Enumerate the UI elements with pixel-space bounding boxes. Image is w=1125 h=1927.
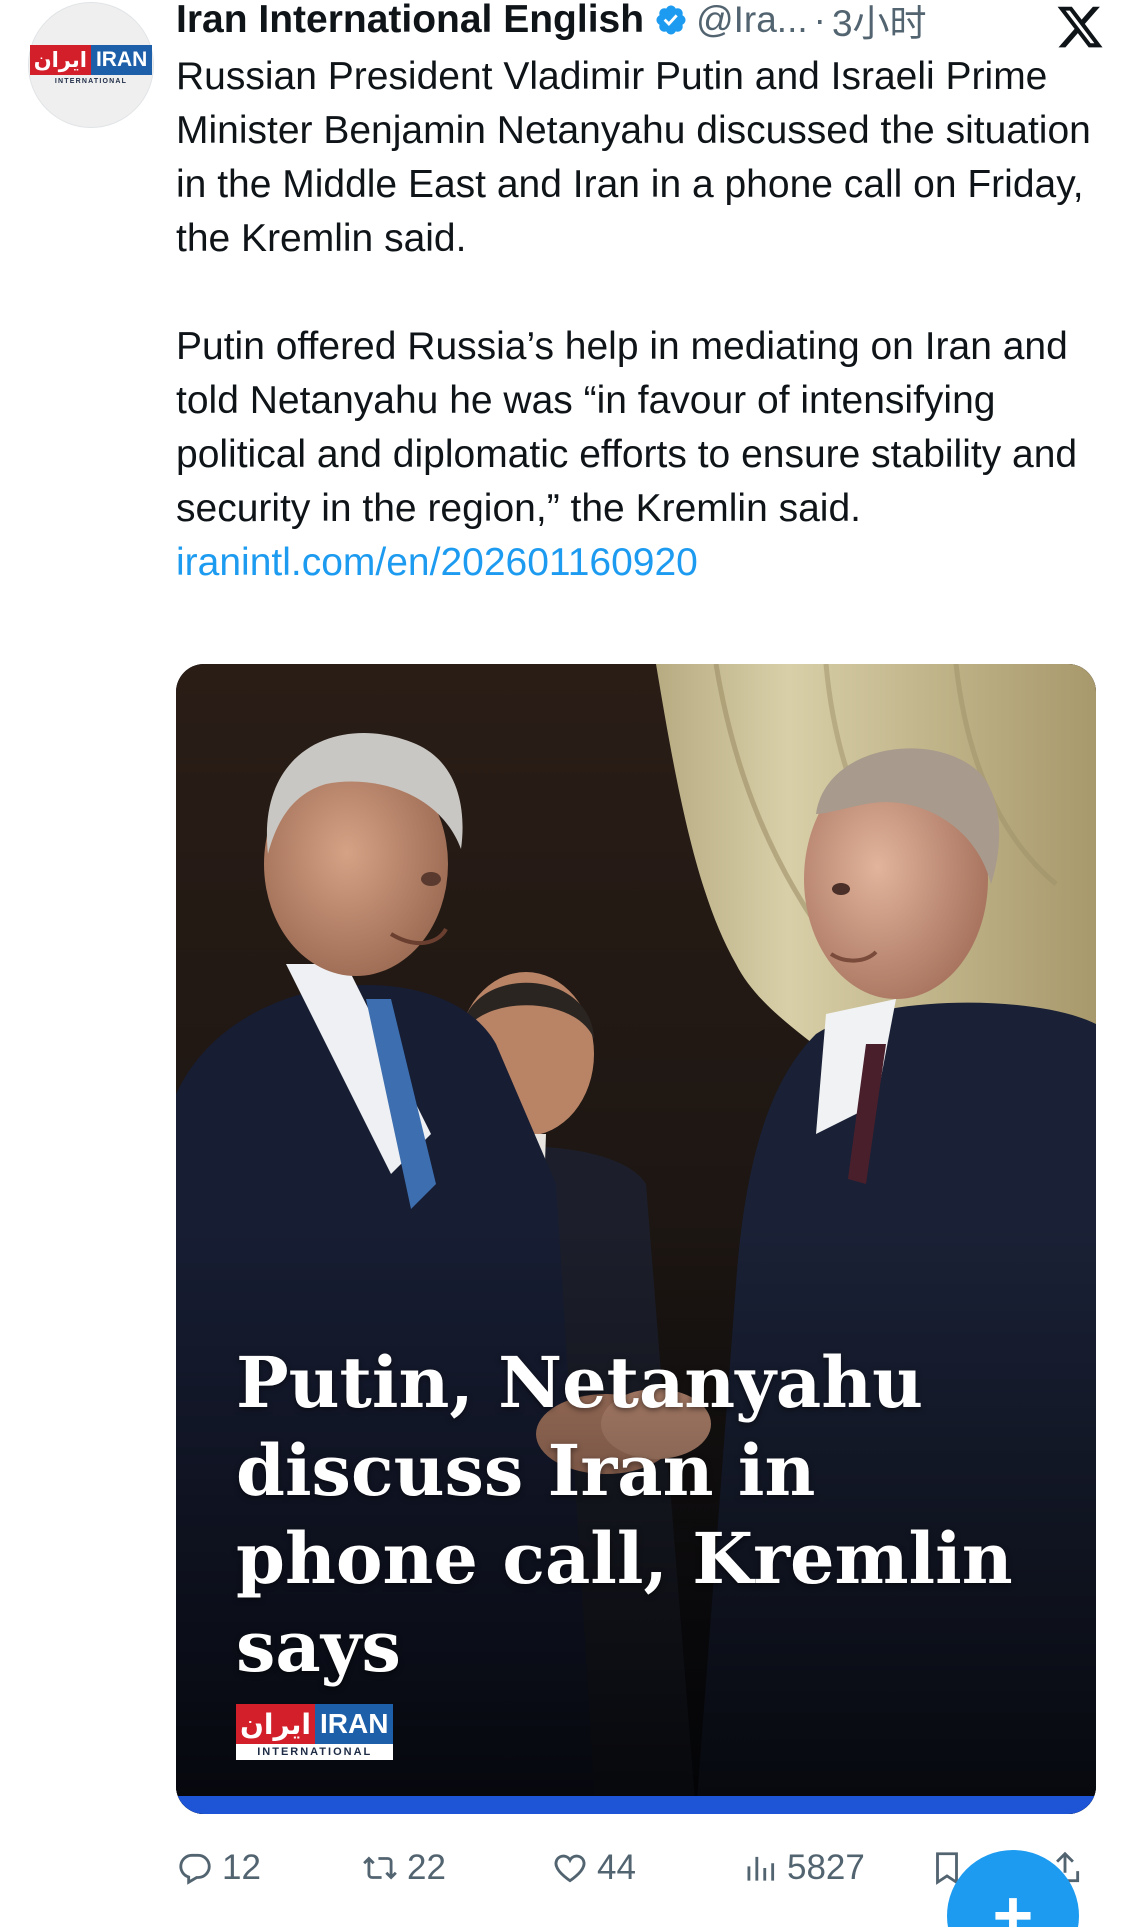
views-count: 5827 xyxy=(787,1848,865,1887)
media-logo-persian: ایران xyxy=(236,1704,316,1744)
tweet-paragraph-2: Putin offered Russia’s help in mediating… xyxy=(176,325,1078,530)
tweet-paragraph-1: Russian President Vladimir Putin and Isr… xyxy=(176,55,1091,260)
media-accent-bar xyxy=(176,1796,1096,1814)
reply-icon xyxy=(179,1853,211,1885)
avatar[interactable]: ایران IRAN INTERNATIONAL xyxy=(28,2,154,128)
views-button[interactable]: 5827 xyxy=(741,1840,865,1896)
media-headline: Putin, Netanyahu discuss Iran in phone c… xyxy=(236,1341,1013,1688)
tweet-header: Iran International English @Ira... · 3小时 xyxy=(176,0,1125,48)
reply-count: 12 xyxy=(222,1848,261,1887)
media-card[interactable]: Putin, Netanyahu discuss Iran in phone c… xyxy=(176,664,1096,1814)
views-icon xyxy=(747,1856,775,1881)
tweet: ایران IRAN INTERNATIONAL Iran Internatio… xyxy=(0,0,1125,1927)
repost-button[interactable]: 22 xyxy=(361,1840,446,1896)
reply-button[interactable]: 12 xyxy=(176,1840,261,1896)
avatar-logo-persian: ایران xyxy=(29,45,91,75)
account-handle[interactable]: @Ira... xyxy=(696,0,808,41)
avatar-logo: ایران IRAN INTERNATIONAL xyxy=(29,45,153,85)
like-count: 44 xyxy=(597,1848,636,1887)
account-name[interactable]: Iran International English xyxy=(176,0,644,42)
media-logo: ایران IRAN INTERNATIONAL xyxy=(236,1704,394,1760)
repost-icon xyxy=(363,1856,397,1880)
like-icon xyxy=(554,1854,586,1883)
tweet-timestamp[interactable]: 3小时 xyxy=(832,0,927,47)
tweet-text: Russian President Vladimir Putin and Isr… xyxy=(176,50,1106,590)
media-logo-sub: INTERNATIONAL xyxy=(236,1744,394,1760)
verified-badge-icon xyxy=(656,5,686,35)
avatar-logo-english: IRAN xyxy=(90,45,153,75)
plus-icon: + xyxy=(992,1876,1034,1927)
repost-count: 22 xyxy=(407,1848,446,1887)
avatar-logo-sub: INTERNATIONAL xyxy=(54,78,128,85)
media-logo-english: IRAN xyxy=(315,1704,394,1744)
like-button[interactable]: 44 xyxy=(551,1840,636,1896)
header-separator: · xyxy=(813,0,826,40)
x-logo-icon[interactable] xyxy=(1055,2,1105,52)
article-link[interactable]: iranintl.com/en/202601160920 xyxy=(176,541,698,584)
